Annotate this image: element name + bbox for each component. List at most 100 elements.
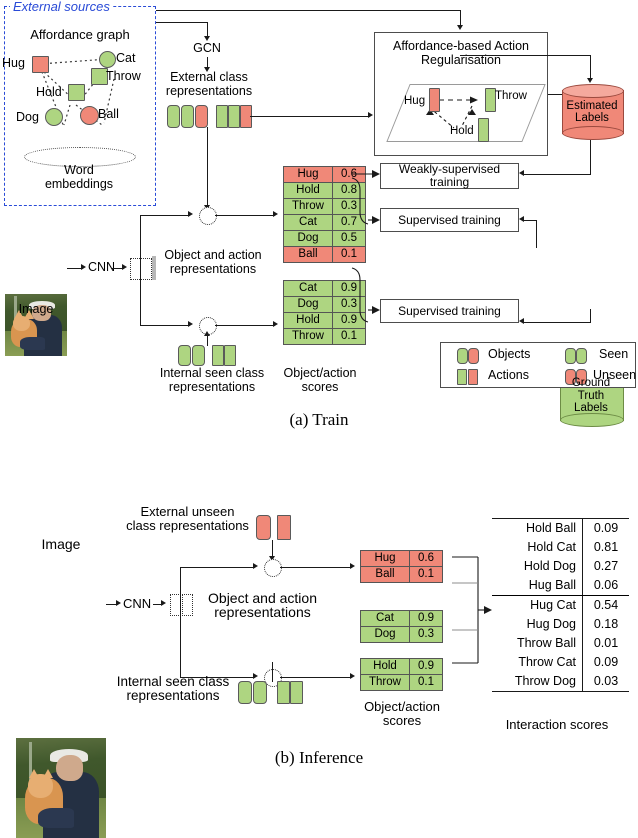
inference-score-value: 0.9: [409, 610, 443, 627]
interaction-score-label: Throw Dog: [492, 672, 583, 692]
weakly-supervised-box: Weakly-supervised training: [380, 163, 519, 189]
interaction-score-value: 0.09: [582, 518, 629, 538]
inference-internal-seen-rep-label: Internal seen class representations: [116, 674, 230, 703]
estimated-labels-cylinder: Estimated Labels: [562, 84, 624, 140]
affordance-node-cat: [99, 51, 116, 68]
inference-score-label: Dog: [360, 626, 410, 643]
line-inf-int-up: [272, 662, 274, 682]
legend-object-seen-icon: [457, 348, 468, 364]
inference-score-label: Hug: [360, 550, 410, 567]
supervised-label-1: Supervised training: [398, 212, 501, 227]
inference-external-unseen-rep-label: External unseen class representations: [126, 504, 249, 533]
inference-combine-lines: [452, 556, 492, 664]
affordance-node-hold: [68, 84, 85, 101]
reg-node-label-hug: Hug: [404, 95, 426, 107]
line-inf-op-bot-out: [280, 677, 352, 679]
train-int-rep-object-2: [192, 345, 205, 366]
interaction-score-label: Hold Dog: [492, 557, 583, 576]
inf-photo-person-arm: [37, 808, 74, 828]
inference-object-action-scores-label: Object/action scores: [364, 699, 440, 728]
arrow-inf-scores-bottom: [350, 673, 355, 679]
supervised-box-1: Supervised training: [380, 208, 519, 232]
arrow-inf-op-top: [253, 563, 258, 569]
interaction-score-value: 0.27: [593, 559, 619, 573]
interaction-score-label: Hold Cat: [492, 538, 583, 557]
interaction-score-value: 0.54: [593, 598, 619, 612]
word-embeddings-label: Word embeddings: [44, 163, 114, 191]
affordance-node-label-ball: Ball: [98, 107, 119, 121]
interaction-score-row: Hold Dog 0.27: [492, 557, 629, 576]
inference-score-value: 0.1: [409, 674, 443, 691]
interaction-score-label: Hug Cat: [492, 595, 583, 615]
arrow-reg-top: [457, 25, 463, 30]
train-score-label: Throw: [283, 328, 333, 345]
interaction-score-row: Hug Ball 0.06: [492, 576, 629, 596]
train-internal-seen-rep-label: Internal seen class representations: [159, 366, 265, 394]
caption-train: (a) Train: [289, 410, 349, 429]
interaction-score-row: Throw Cat 0.09: [492, 653, 629, 672]
photo-person-arm: [19, 337, 45, 350]
train-feature-bar: [152, 256, 156, 280]
interaction-score-value: 0.81: [593, 540, 619, 554]
interaction-score-value: 0.09: [593, 655, 619, 669]
interaction-scores-label: Interaction scores: [505, 717, 609, 732]
interaction-score-value: 0.03: [582, 672, 629, 692]
arrow-op-bottom-in: [188, 321, 193, 327]
line-top-to-est: [460, 55, 591, 57]
affordance-graph-title: Affordance graph: [30, 27, 130, 42]
train-score-label: Cat: [283, 280, 333, 297]
ext-rep-action-2: [228, 105, 240, 128]
interaction-score-value: 0.01: [593, 636, 619, 650]
interaction-score-row: Hold Ball 0.09: [492, 518, 629, 538]
interaction-score-label: Hug Ball: [492, 576, 583, 596]
inf-int-rep-object-2: [253, 681, 267, 704]
reg-node-label-throw: Throw: [495, 90, 527, 102]
inference-score-row: Cat 0.9: [360, 610, 443, 627]
affordance-node-label-cat: Cat: [116, 51, 136, 65]
arrow-est-in: [587, 78, 593, 83]
arrow-scores-bottom-in: [273, 321, 278, 327]
inference-score-value: 0.9: [409, 658, 443, 675]
inference-feature-glyph-2: [182, 594, 193, 616]
arrow-sup1-right-in: [519, 216, 524, 222]
figure-root: External sources Affordance graph Hug Ca…: [0, 0, 638, 838]
estimated-labels-text: Estimated Labels: [566, 99, 618, 125]
inference-score-row: Hug 0.6: [360, 550, 443, 567]
inference-scores-unseen-table: Hug 0.6 Ball 0.1: [360, 550, 443, 583]
interaction-score-row: Hug Cat 0.54: [492, 595, 629, 615]
inf-int-rep-action-1: [277, 681, 290, 704]
train-score-label: Throw: [283, 198, 333, 215]
inference-score-row: Dog 0.3: [360, 626, 443, 643]
arrow-into-reg: [368, 112, 373, 118]
legend-objects-label: Objects: [488, 347, 531, 361]
legend-seen-icon-1: [565, 348, 576, 364]
arrow-cnn-in: [81, 264, 86, 270]
legend-seen-label: Seen: [599, 347, 629, 361]
line-reg-to-est: [548, 94, 562, 96]
inf-ext-unseen-glyph-2: [277, 515, 291, 540]
inf-int-rep-object-1: [238, 681, 252, 704]
reg-node-hug: [429, 88, 440, 112]
line-rep-to-reg: [250, 116, 370, 118]
legend-action-seen-icon: [457, 369, 467, 385]
train-score-label: Hold: [283, 312, 333, 329]
line-gt-down: [590, 309, 592, 323]
legend-object-unseen-icon: [468, 348, 479, 364]
arrow-sup2-right-in: [519, 318, 524, 324]
inference-score-label: Hold: [360, 658, 410, 675]
external-class-rep-label: External class representations: [165, 70, 253, 98]
line-gt-up: [536, 220, 538, 248]
inference-score-label: Ball: [360, 566, 410, 583]
gcn-label: GCN: [193, 41, 221, 55]
arrow-cnn-out: [122, 264, 127, 270]
train-object-action-scores-label: Object/action scores: [283, 366, 357, 394]
interaction-score-value: 0.18: [593, 617, 619, 631]
line-est-to-weak: [523, 174, 591, 176]
line-panel-top: [156, 22, 208, 24]
interaction-score-label: Hug Dog: [492, 615, 583, 634]
legend-actions-label: Actions: [488, 368, 529, 382]
line-gt-to-sup1: [523, 220, 537, 222]
affordance-node-ball: [80, 106, 99, 125]
line-feat-down: [140, 325, 190, 327]
reg-node-hold: [478, 118, 489, 142]
